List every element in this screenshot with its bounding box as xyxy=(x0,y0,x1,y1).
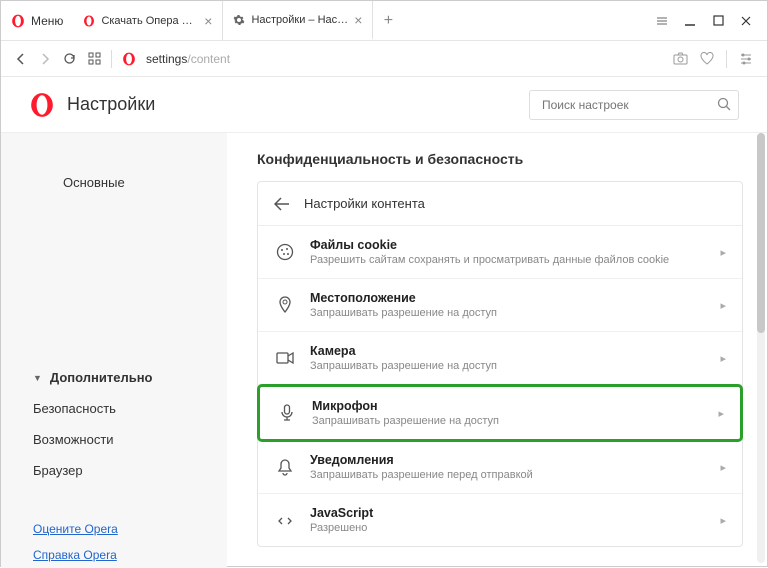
sidebar-item-label: Дополнительно xyxy=(50,370,153,385)
chevron-right-icon: ▸ xyxy=(720,246,726,259)
row-subtitle: Запрашивать разрешение перед отправкой xyxy=(310,469,706,481)
sidebar-link-rate[interactable]: Оцените Opera xyxy=(33,516,227,542)
back-arrow-icon[interactable] xyxy=(274,197,290,211)
menu-button[interactable]: Меню xyxy=(1,1,73,40)
search-icon xyxy=(717,97,731,111)
easy-setup-icon[interactable] xyxy=(739,52,753,66)
url-field[interactable]: settings/content xyxy=(146,52,663,66)
tab-download[interactable]: Скачать Опера для комп × xyxy=(73,1,223,40)
search-box xyxy=(529,90,739,120)
opera-favicon-icon xyxy=(83,15,95,27)
row-title: Местоположение xyxy=(310,291,706,305)
gear-icon xyxy=(233,14,245,26)
reload-button[interactable] xyxy=(63,52,76,65)
row-subtitle: Разрешить сайтам сохранять и просматрива… xyxy=(310,254,706,266)
main-content: Конфиденциальность и безопасность Настро… xyxy=(227,133,767,568)
row-text: Камера Запрашивать разрешение на доступ xyxy=(310,344,706,372)
opera-logo-icon xyxy=(29,92,55,118)
microphone-icon xyxy=(276,404,298,422)
scrollbar-thumb[interactable] xyxy=(757,133,765,333)
sidebar-item-main[interactable]: Основные xyxy=(33,157,227,362)
row-notifications[interactable]: Уведомления Запрашивать разрешение перед… xyxy=(258,441,742,494)
sidebar: Основные ▼ Дополнительно Безопасность Во… xyxy=(1,133,227,568)
row-title: Камера xyxy=(310,344,706,358)
scrollbar[interactable] xyxy=(757,133,765,563)
snapshot-icon[interactable] xyxy=(673,52,688,65)
new-tab-button[interactable]: + xyxy=(373,1,403,40)
content-area: Основные ▼ Дополнительно Безопасность Во… xyxy=(1,133,767,568)
row-text: Файлы cookie Разрешить сайтам сохранять … xyxy=(310,238,706,266)
addressbar-actions xyxy=(673,50,753,68)
row-subtitle: Запрашивать разрешение на доступ xyxy=(310,307,706,319)
heart-icon[interactable] xyxy=(700,52,714,65)
row-microphone[interactable]: Микрофон Запрашивать разрешение на досту… xyxy=(257,384,743,442)
card-header[interactable]: Настройки контента xyxy=(258,182,742,226)
tab-title: Скачать Опера для комп xyxy=(101,15,198,27)
close-icon[interactable]: × xyxy=(354,12,362,28)
toolbar-menu-icon[interactable] xyxy=(655,14,669,28)
url-host: settings xyxy=(146,52,187,66)
content-settings-card: Настройки контента Файлы cookie Разрешит… xyxy=(257,181,743,547)
divider xyxy=(726,50,727,68)
sidebar-link-help[interactable]: Справка Opera xyxy=(33,542,227,568)
nav-buttons xyxy=(15,52,101,65)
row-text: JavaScript Разрешено xyxy=(310,506,706,534)
row-title: Уведомления xyxy=(310,453,706,467)
back-button[interactable] xyxy=(15,53,27,65)
row-location[interactable]: Местоположение Запрашивать разрешение на… xyxy=(258,279,742,332)
row-subtitle: Запрашивать разрешение на доступ xyxy=(310,360,706,372)
page-title: Настройки xyxy=(67,94,517,115)
row-subtitle: Запрашивать разрешение на доступ xyxy=(312,415,704,427)
location-icon xyxy=(274,296,296,314)
maximize-button[interactable] xyxy=(711,14,725,28)
chevron-down-icon: ▼ xyxy=(33,373,42,383)
page-header: Настройки xyxy=(1,77,767,133)
section-title: Конфиденциальность и безопасность xyxy=(257,151,743,167)
card-title: Настройки контента xyxy=(304,196,425,211)
javascript-icon xyxy=(274,512,296,528)
close-button[interactable] xyxy=(739,14,753,28)
row-title: Файлы cookie xyxy=(310,238,706,252)
sidebar-item-features[interactable]: Возможности xyxy=(33,424,227,455)
chevron-right-icon: ▸ xyxy=(720,352,726,365)
chevron-right-icon: ▸ xyxy=(720,514,726,527)
minimize-button[interactable] xyxy=(683,14,697,28)
tab-strip: Скачать Опера для комп × Настройки – Нас… xyxy=(73,1,641,40)
url-path: /content xyxy=(187,52,230,66)
sidebar-links: Оцените Opera Справка Opera xyxy=(33,516,227,568)
row-cookies[interactable]: Файлы cookie Разрешить сайтам сохранять … xyxy=(258,226,742,279)
close-icon[interactable]: × xyxy=(204,13,212,29)
camera-icon xyxy=(274,351,296,365)
row-javascript[interactable]: JavaScript Разрешено ▸ xyxy=(258,494,742,546)
opera-url-icon xyxy=(122,52,136,66)
row-title: JavaScript xyxy=(310,506,706,520)
sidebar-item-security[interactable]: Безопасность xyxy=(33,393,227,424)
bell-icon xyxy=(274,458,296,476)
opera-logo-icon xyxy=(11,14,25,28)
tab-settings[interactable]: Настройки – Настройки к × xyxy=(223,1,373,40)
chevron-right-icon: ▸ xyxy=(718,407,724,420)
menu-label: Меню xyxy=(31,14,63,28)
forward-button[interactable] xyxy=(39,53,51,65)
chevron-right-icon: ▸ xyxy=(720,299,726,312)
cookie-icon xyxy=(274,243,296,261)
row-title: Микрофон xyxy=(312,399,704,413)
window-controls xyxy=(641,14,767,28)
speed-dial-button[interactable] xyxy=(88,52,101,65)
row-text: Уведомления Запрашивать разрешение перед… xyxy=(310,453,706,481)
tab-title: Настройки – Настройки к xyxy=(251,14,348,26)
sidebar-item-advanced[interactable]: ▼ Дополнительно xyxy=(33,362,227,393)
sidebar-item-browser[interactable]: Браузер xyxy=(33,455,227,486)
row-text: Местоположение Запрашивать разрешение на… xyxy=(310,291,706,319)
row-text: Микрофон Запрашивать разрешение на досту… xyxy=(312,399,704,427)
address-bar: settings/content xyxy=(1,41,767,77)
search-input[interactable] xyxy=(529,90,739,120)
row-camera[interactable]: Камера Запрашивать разрешение на доступ … xyxy=(258,332,742,385)
divider xyxy=(111,50,112,68)
titlebar: Меню Скачать Опера для комп × Настройки … xyxy=(1,1,767,41)
chevron-right-icon: ▸ xyxy=(720,461,726,474)
row-subtitle: Разрешено xyxy=(310,522,706,534)
